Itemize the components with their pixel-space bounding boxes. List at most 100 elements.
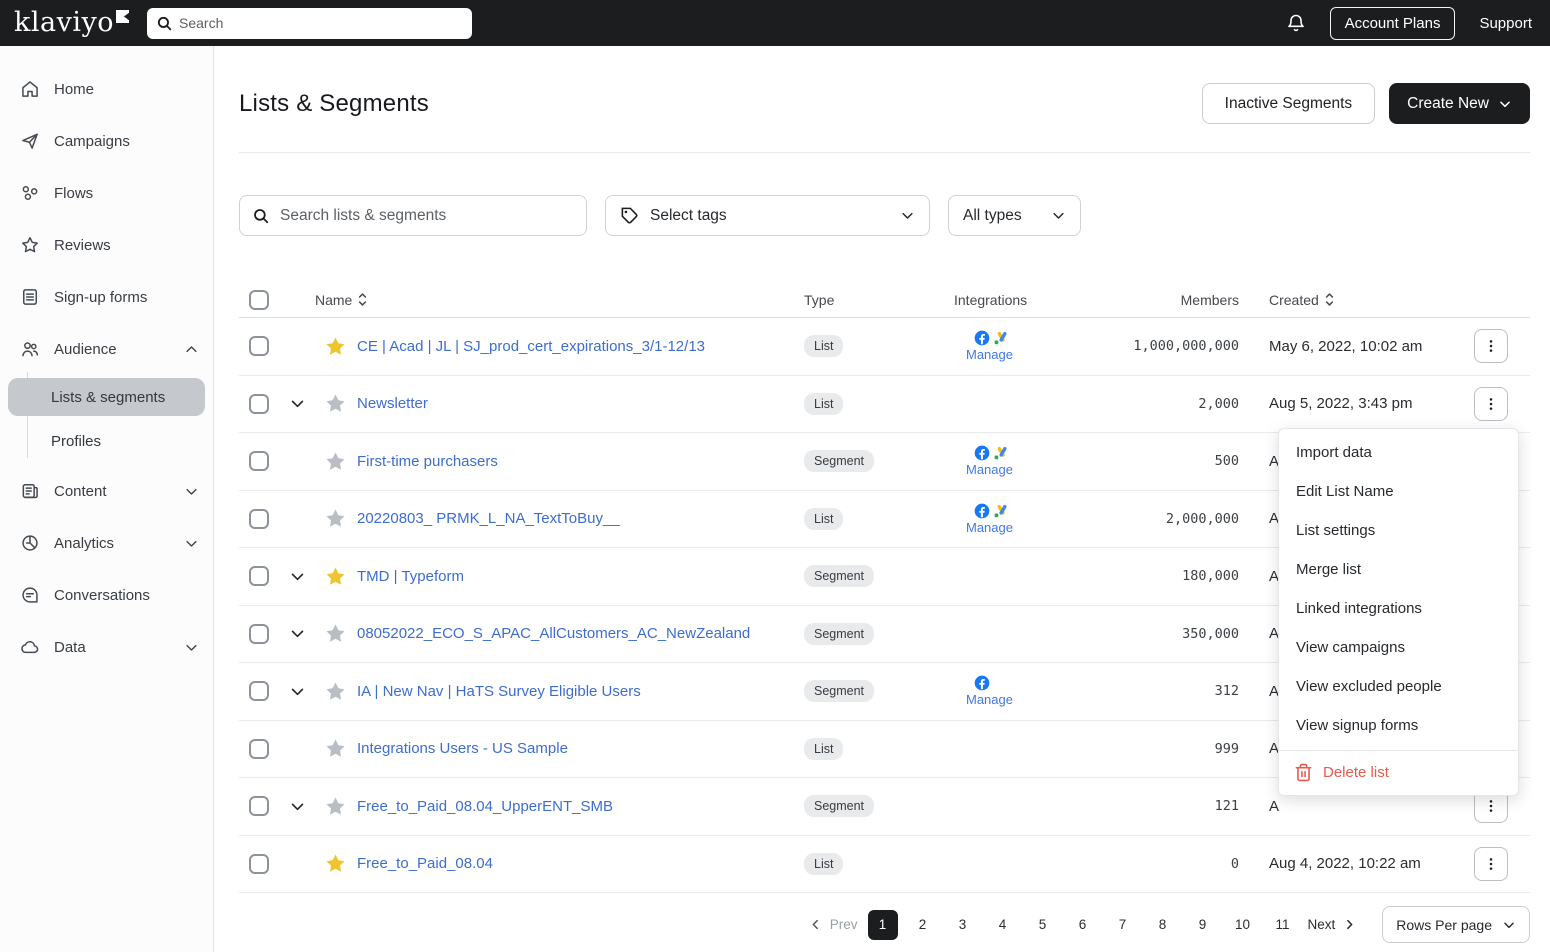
list-name-link[interactable]: Integrations Users - US Sample (355, 740, 804, 757)
star-icon[interactable] (324, 737, 347, 760)
manage-integrations-link[interactable]: Manage (966, 692, 1119, 707)
delete-list-menu-item[interactable]: Delete list (1279, 750, 1518, 795)
sidebar-item-home[interactable]: Home (0, 72, 213, 106)
pagination-page-10[interactable]: 10 (1228, 910, 1258, 940)
star-icon[interactable] (324, 680, 347, 703)
pagination-page-11[interactable]: 11 (1268, 910, 1298, 940)
sort-icon[interactable] (357, 292, 368, 307)
star-icon[interactable] (324, 507, 347, 530)
notifications-bell-button[interactable] (1286, 13, 1306, 33)
sidebar-item-conversations[interactable]: Conversations (0, 578, 213, 612)
expand-row-button[interactable] (289, 683, 306, 700)
favorite-star-icon[interactable] (324, 852, 347, 875)
pagination-page-4[interactable]: 4 (988, 910, 1018, 940)
row-checkbox[interactable] (249, 336, 269, 356)
row-checkbox[interactable] (249, 566, 269, 586)
menu-item-list-settings[interactable]: List settings (1279, 511, 1518, 550)
pagination-page-2[interactable]: 2 (908, 910, 938, 940)
rows-per-page-dropdown[interactable]: Rows Per page (1382, 906, 1530, 943)
column-header-created[interactable]: Created (1269, 292, 1319, 308)
list-name-link[interactable]: Newsletter (355, 395, 804, 412)
pagination-prev-button[interactable]: Prev (809, 917, 858, 932)
select-tags-dropdown[interactable]: Select tags (605, 195, 930, 236)
pagination-page-7[interactable]: 7 (1108, 910, 1138, 940)
expand-row-button[interactable] (289, 798, 306, 815)
menu-item-import-data[interactable]: Import data (1279, 433, 1518, 472)
expand-row-button[interactable] (289, 625, 306, 642)
list-name-link[interactable]: TMD | Typeform (355, 568, 804, 585)
row-checkbox[interactable] (249, 796, 269, 816)
star-icon[interactable] (324, 450, 347, 473)
row-checkbox[interactable] (249, 854, 269, 874)
klaviyo-flag-icon (116, 10, 129, 23)
sidebar-item-lists-segments[interactable]: Lists & segments (8, 378, 205, 416)
star-icon[interactable] (324, 622, 347, 645)
list-name-link[interactable]: CE | Acad | JL | SJ_prod_cert_expiration… (355, 338, 804, 355)
type-filter-dropdown[interactable]: All types (948, 195, 1081, 236)
menu-item-view-excluded-people[interactable]: View excluded people (1279, 667, 1518, 706)
manage-integrations-link[interactable]: Manage (966, 462, 1119, 477)
row-checkbox[interactable] (249, 451, 269, 471)
pagination-next-button[interactable]: Next (1308, 917, 1357, 932)
pagination-page-5[interactable]: 5 (1028, 910, 1058, 940)
star-icon[interactable] (324, 392, 347, 415)
menu-item-linked-integrations[interactable]: Linked integrations (1279, 589, 1518, 628)
sidebar-item-reviews[interactable]: Reviews (0, 228, 213, 262)
sidebar-item-data[interactable]: Data (0, 630, 213, 664)
sidebar-item-sign-up-forms[interactable]: Sign-up forms (0, 280, 213, 314)
sidebar-item-label: Reviews (54, 237, 111, 254)
inactive-segments-button[interactable]: Inactive Segments (1202, 83, 1376, 124)
list-name-link[interactable]: Free_to_Paid_08.04 (355, 855, 804, 872)
row-checkbox[interactable] (249, 509, 269, 529)
sidebar-item-audience[interactable]: Audience (0, 332, 213, 366)
favorite-star-icon[interactable] (324, 335, 347, 358)
row-actions-kebab-button[interactable] (1474, 387, 1508, 421)
list-name-link[interactable]: IA | New Nav | HaTS Survey Eligible User… (355, 683, 804, 700)
row-checkbox[interactable] (249, 681, 269, 701)
list-name-link[interactable]: 08052022_ECO_S_APAC_AllCustomers_AC_NewZ… (355, 625, 804, 642)
star-icon[interactable] (324, 795, 347, 818)
sidebar-item-flows[interactable]: Flows (0, 176, 213, 210)
pagination-page-8[interactable]: 8 (1148, 910, 1178, 940)
expand-row-button[interactable] (289, 568, 306, 585)
create-new-button[interactable]: Create New (1389, 83, 1530, 124)
select-all-checkbox[interactable] (249, 290, 269, 310)
menu-item-view-signup-forms[interactable]: View signup forms (1279, 706, 1518, 745)
chevron-up-icon (184, 342, 199, 357)
manage-integrations-link[interactable]: Manage (966, 520, 1119, 535)
sidebar-item-content[interactable]: Content (0, 474, 213, 508)
facebook-icon (974, 503, 990, 519)
row-actions-kebab-button[interactable] (1474, 329, 1508, 363)
list-name-link[interactable]: 20220803_ PRMK_L_NA_TextToBuy__ (355, 510, 804, 527)
manage-integrations-link[interactable]: Manage (966, 347, 1119, 362)
favorite-star-icon[interactable] (324, 565, 347, 588)
global-search-input[interactable] (147, 8, 472, 39)
list-name-link[interactable]: Free_to_Paid_08.04_UpperENT_SMB (355, 798, 804, 815)
row-checkbox[interactable] (249, 624, 269, 644)
row-checkbox[interactable] (249, 739, 269, 759)
account-plans-button[interactable]: Account Plans (1330, 7, 1456, 40)
expand-row-button[interactable] (289, 395, 306, 412)
sort-icon[interactable] (1324, 292, 1335, 307)
all-types-label: All types (963, 207, 1022, 225)
type-badge: List (804, 393, 843, 415)
pagination-page-1[interactable]: 1 (868, 910, 898, 940)
klaviyo-logo[interactable]: klaviyo (14, 5, 129, 41)
bell-icon (1286, 13, 1306, 33)
menu-item-view-campaigns[interactable]: View campaigns (1279, 628, 1518, 667)
pagination-page-3[interactable]: 3 (948, 910, 978, 940)
row-checkbox[interactable] (249, 394, 269, 414)
sidebar-item-campaigns[interactable]: Campaigns (0, 124, 213, 158)
sidebar-item-analytics[interactable]: Analytics (0, 526, 213, 560)
column-header-name[interactable]: Name (315, 292, 352, 308)
pagination-page-6[interactable]: 6 (1068, 910, 1098, 940)
support-link[interactable]: Support (1479, 15, 1532, 32)
sidebar-item-profiles[interactable]: Profiles (8, 422, 205, 460)
google-ads-icon (993, 330, 1009, 346)
list-search-input[interactable] (239, 195, 587, 236)
row-actions-kebab-button[interactable] (1474, 847, 1508, 881)
pagination-page-9[interactable]: 9 (1188, 910, 1218, 940)
list-name-link[interactable]: First-time purchasers (355, 453, 804, 470)
menu-item-merge-list[interactable]: Merge list (1279, 550, 1518, 589)
menu-item-edit-list-name[interactable]: Edit List Name (1279, 472, 1518, 511)
